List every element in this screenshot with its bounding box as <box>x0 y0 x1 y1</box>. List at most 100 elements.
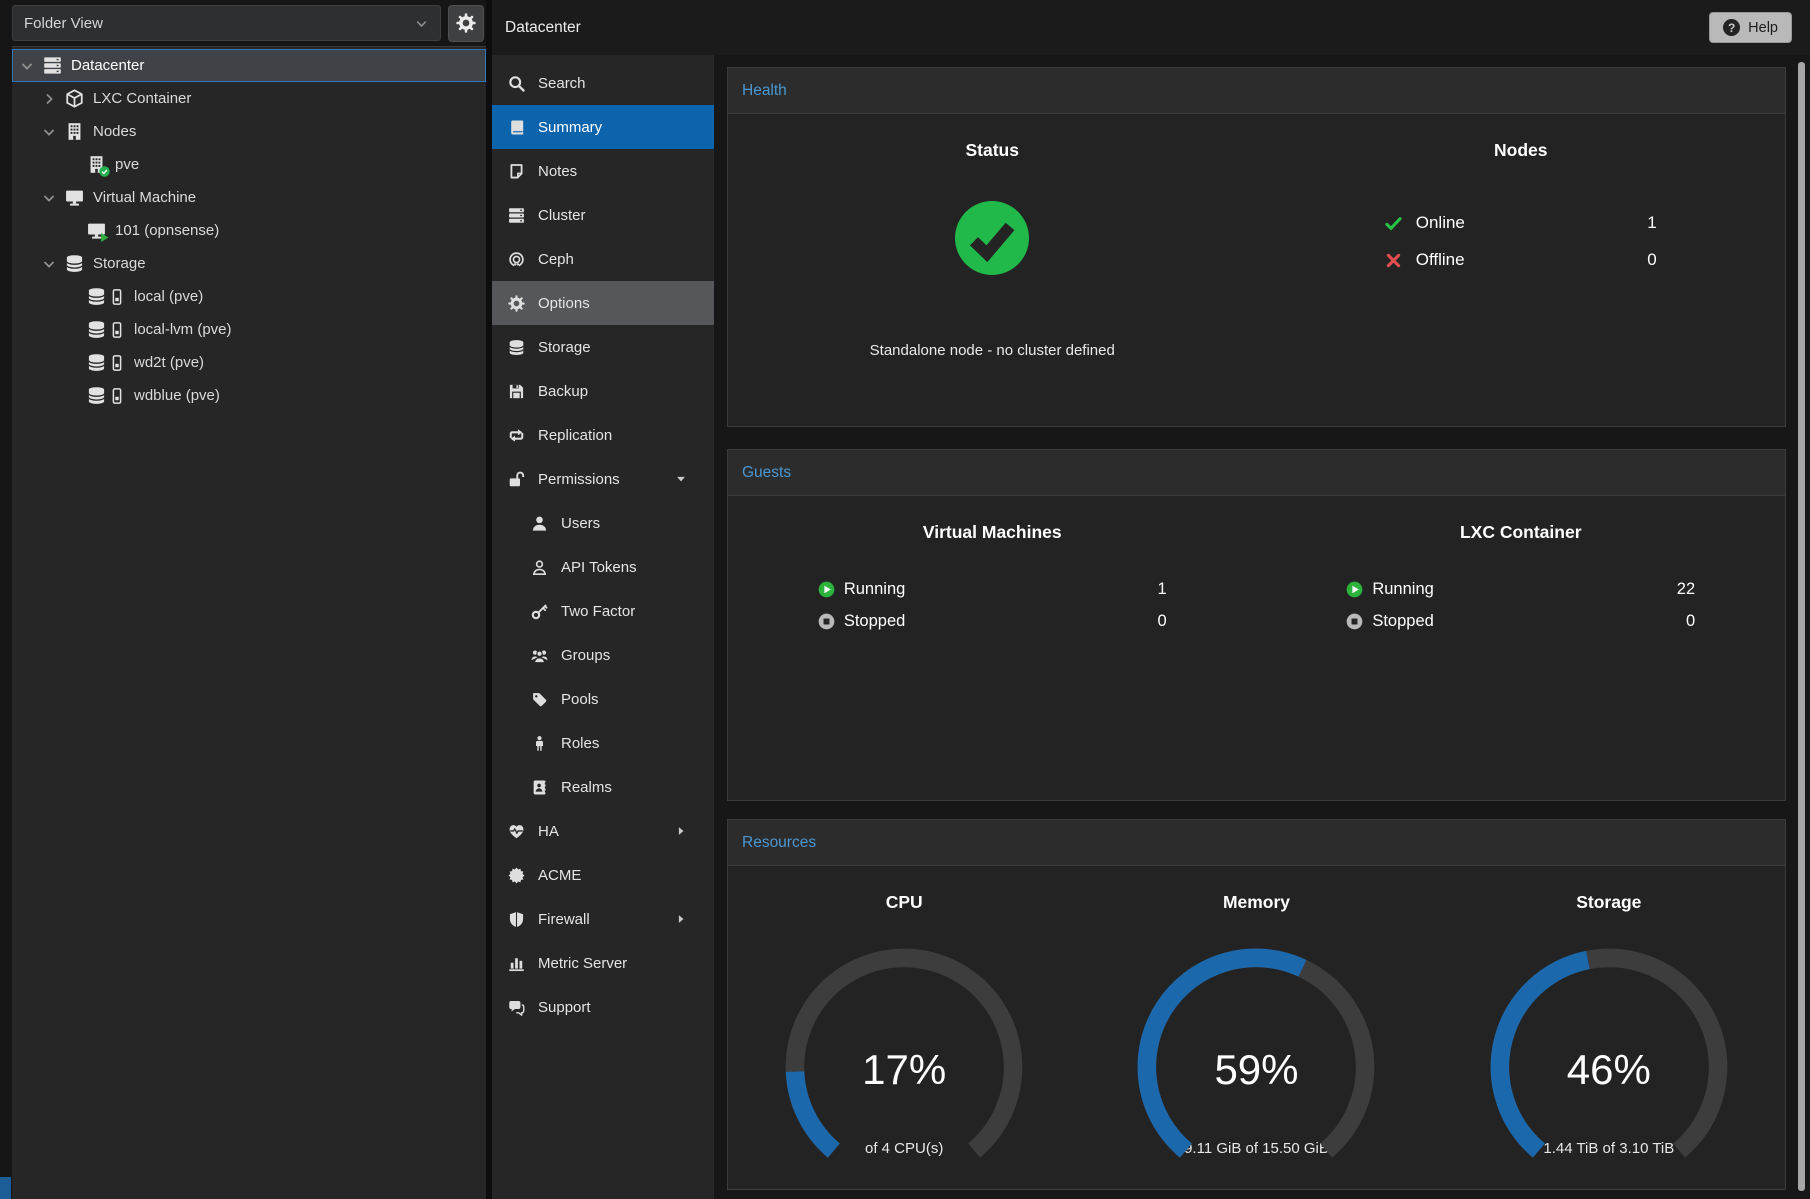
arrow-right-icon <box>675 825 687 837</box>
ceph-icon <box>508 251 525 268</box>
menu-item-backup[interactable]: Backup <box>492 369 714 413</box>
chevron-down-icon <box>414 16 429 31</box>
view-selector[interactable]: Folder View <box>12 5 441 41</box>
offline-x-icon <box>1385 252 1402 269</box>
scrollbar-thumb[interactable] <box>1798 62 1805 1191</box>
tree-item-datacenter[interactable]: Datacenter <box>12 49 486 82</box>
user-outline-icon <box>531 559 548 576</box>
tree-item-wdblue-pve[interactable]: wdblue (pve) <box>12 379 486 412</box>
hdd-icon <box>109 322 125 338</box>
menu-item-roles[interactable]: Roles <box>492 721 714 765</box>
menu-item-label: ACME <box>538 867 581 884</box>
gear-icon <box>456 13 476 33</box>
arrow-down-icon <box>675 473 687 485</box>
resources-gauges: CPU17%of 4 CPU(s)Memory59%9.11 GiB of 15… <box>728 866 1785 1157</box>
tree-item-label: Virtual Machine <box>93 189 196 206</box>
menu-item-firewall[interactable]: Firewall <box>492 897 714 941</box>
menu-item-label: HA <box>538 823 559 840</box>
guest-state-label: Stopped <box>1372 612 1433 631</box>
status-ok-icon <box>955 201 1029 275</box>
key-icon <box>531 603 548 620</box>
menu-item-ceph[interactable]: Ceph <box>492 237 714 281</box>
menu-item-summary[interactable]: Summary <box>492 105 714 149</box>
menu-item-pools[interactable]: Pools <box>492 677 714 721</box>
caret-down-icon <box>41 124 57 140</box>
tree-item-label: local (pve) <box>134 288 203 305</box>
hdd-icon <box>109 355 125 371</box>
menu-item-acme[interactable]: ACME <box>492 853 714 897</box>
resource-tree-panel: Folder View Datacenter LXC ContainerNodes… <box>0 0 486 1199</box>
node-state-value: 1 <box>1561 213 1657 233</box>
hdd-icon <box>109 289 125 305</box>
status-message: Standalone node - no cluster defined <box>728 342 1257 359</box>
menu-item-groups[interactable]: Groups <box>492 633 714 677</box>
gauge-percent: 17% <box>784 1046 1024 1094</box>
status-column: Status Standalone node - no cluster defi… <box>728 114 1257 359</box>
help-label: Help <box>1748 20 1778 36</box>
gauge-arc: 17% <box>784 947 1024 1170</box>
tree-item-101-opnsense[interactable]: 101 (opnsense) <box>12 214 486 247</box>
person-icon <box>531 735 548 752</box>
menu-item-permissions[interactable]: Permissions <box>492 457 714 501</box>
tree-item-storage[interactable]: Storage <box>12 247 486 280</box>
stopped-icon <box>1346 613 1363 630</box>
menu-item-label: API Tokens <box>561 559 637 576</box>
corner-indicator <box>0 1177 11 1199</box>
menu-item-label: Options <box>538 295 590 312</box>
tree-item-pve[interactable]: pve <box>12 148 486 181</box>
menu-item-ha[interactable]: HA <box>492 809 714 853</box>
database-icon <box>87 320 106 339</box>
tree-item-label: Datacenter <box>71 57 144 74</box>
menu-item-realms[interactable]: Realms <box>492 765 714 809</box>
menu-item-replication[interactable]: Replication <box>492 413 714 457</box>
menu-item-storage[interactable]: Storage <box>492 325 714 369</box>
online-check-icon <box>1385 215 1402 232</box>
server-stack-icon <box>43 56 62 75</box>
database-icon <box>87 287 106 306</box>
menu-item-label: Support <box>538 999 591 1016</box>
tree-item-lxc-container[interactable]: LXC Container <box>12 82 486 115</box>
tree-item-local-lvm-pve[interactable]: local-lvm (pve) <box>12 313 486 346</box>
menu-item-metric-server[interactable]: Metric Server <box>492 941 714 985</box>
tree-item-label: Storage <box>93 255 146 272</box>
node-state-label: Offline <box>1409 250 1561 270</box>
menu-item-support[interactable]: Support <box>492 985 714 1029</box>
menu-item-cluster[interactable]: Cluster <box>492 193 714 237</box>
tree-item-wd2t-pve[interactable]: wd2t (pve) <box>12 346 486 379</box>
tree-settings-button[interactable] <box>448 5 484 42</box>
menu-item-label: Summary <box>538 119 602 136</box>
tag-icon <box>531 691 548 708</box>
comments-icon <box>508 999 525 1016</box>
tree-item-virtual-machine[interactable]: Virtual Machine <box>12 181 486 214</box>
stopped-icon <box>818 613 835 630</box>
play-badge-icon <box>99 232 110 243</box>
menu-item-two-factor[interactable]: Two Factor <box>492 589 714 633</box>
menu-item-users[interactable]: Users <box>492 501 714 545</box>
guest-state-label: Running <box>844 580 905 599</box>
gauge-arc: 59% <box>1136 947 1376 1170</box>
gauge-heading: Storage <box>1433 892 1785 913</box>
caret-right-icon <box>41 91 57 107</box>
sync-icon <box>508 427 525 444</box>
workspace: Datacenter ? Help Search Summary NotesClus… <box>492 0 1810 1199</box>
chart-bars-icon <box>508 955 525 972</box>
arrow-right-icon <box>675 913 687 925</box>
address-book-icon <box>531 779 548 796</box>
menu-item-api-tokens[interactable]: API Tokens <box>492 545 714 589</box>
menu-item-label: Ceph <box>538 251 574 268</box>
menu-item-options[interactable]: Options <box>492 281 714 325</box>
menu-item-search[interactable]: Search <box>492 61 714 105</box>
tree-item-local-pve[interactable]: local (pve) <box>12 280 486 313</box>
floppy-icon <box>508 383 525 400</box>
menu-item-notes[interactable]: Notes <box>492 149 714 193</box>
menu-item-label: Pools <box>561 691 599 708</box>
guest-state-value: 0 <box>1157 612 1166 631</box>
proxmox-app: Folder View DatacenterLXC ContainerNodes… <box>0 0 1810 1199</box>
help-icon: ? <box>1723 19 1740 36</box>
tree-item-nodes[interactable]: Nodes <box>12 115 486 148</box>
nodes-heading: Nodes <box>1257 140 1786 161</box>
page-title: Datacenter <box>505 19 581 37</box>
node-state-label: Online <box>1409 213 1561 233</box>
help-button[interactable]: ? Help <box>1709 12 1792 43</box>
guest-state-label: Running <box>1372 580 1433 599</box>
